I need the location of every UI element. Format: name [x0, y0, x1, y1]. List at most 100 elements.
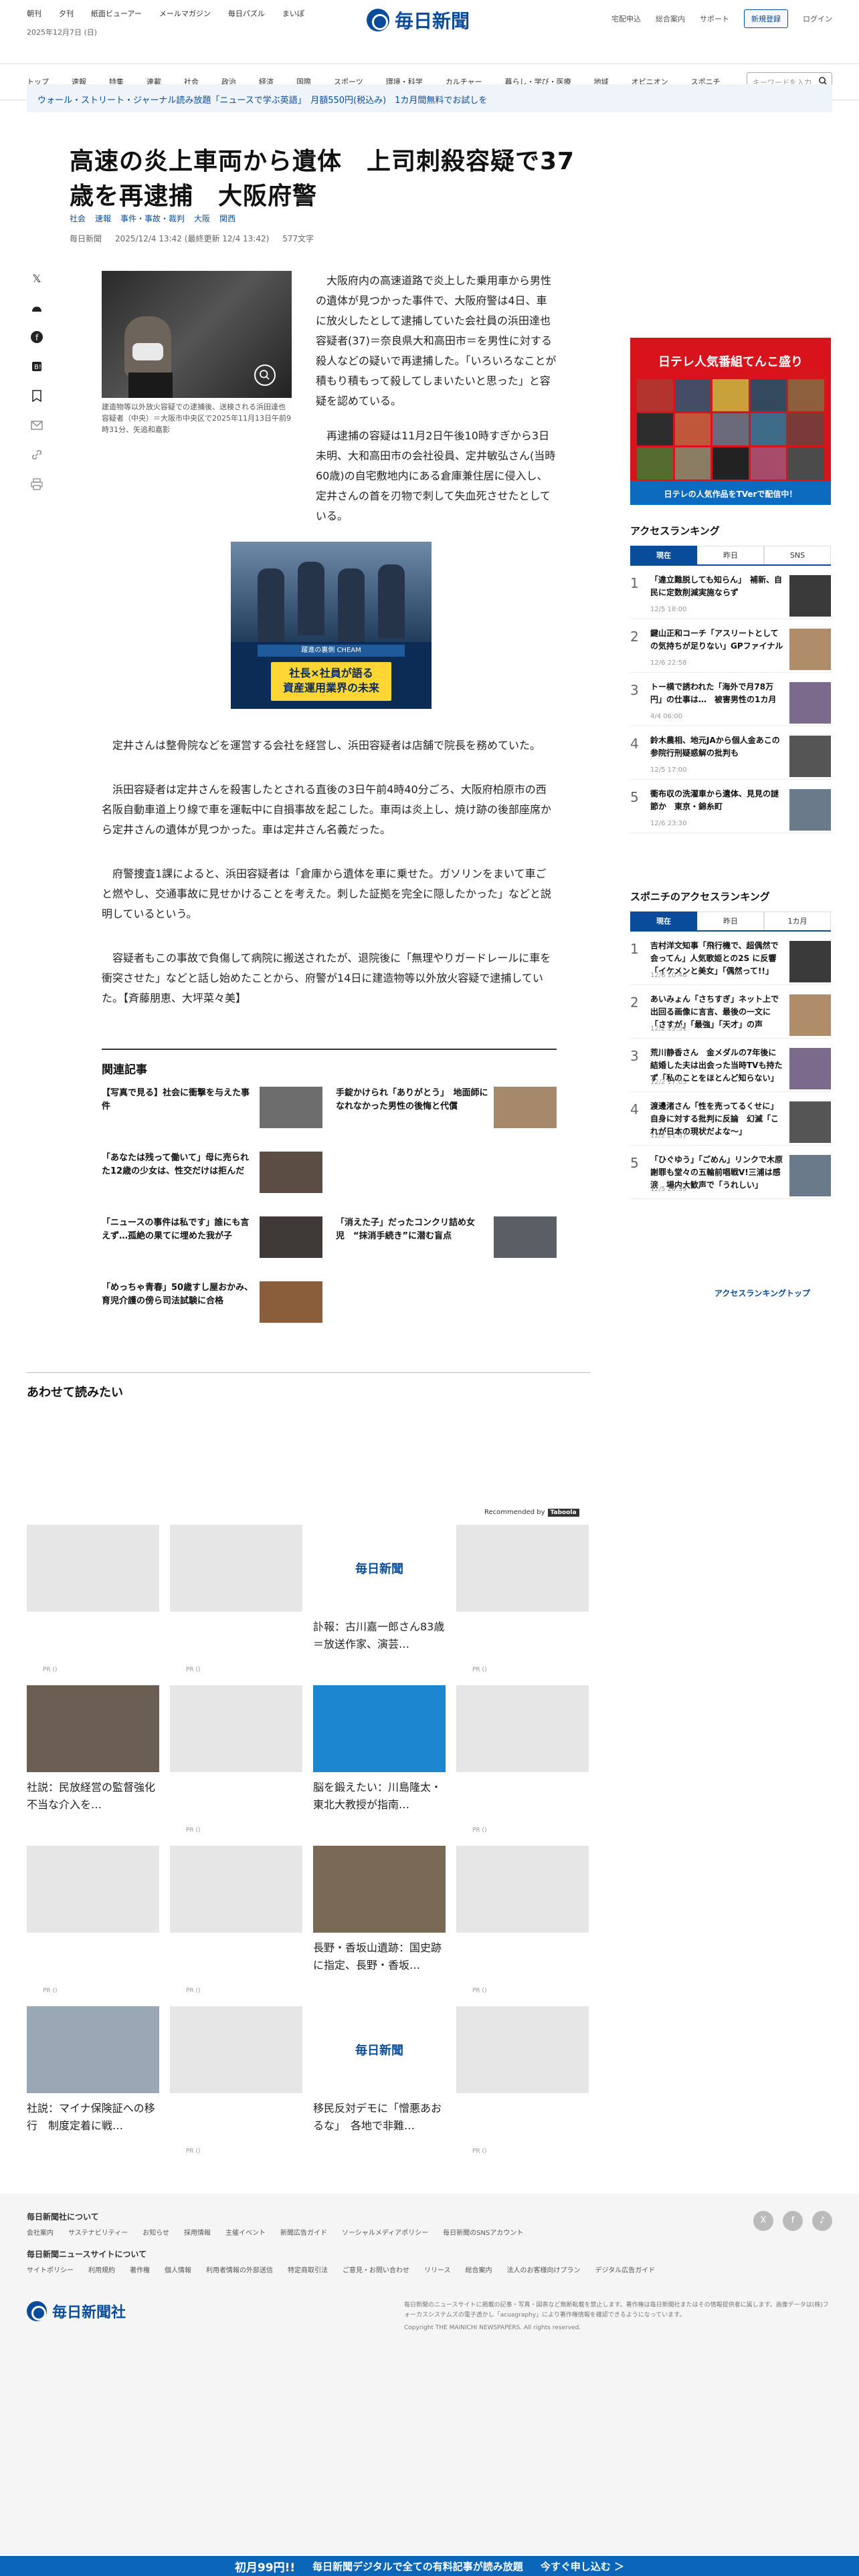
inline-ad[interactable]: 躍進の裏側 CHEAM 社長×社員が語る 資産運用業界の未来: [231, 542, 432, 709]
recommend-card[interactable]: PR (): [456, 1525, 589, 1673]
tag-jiken[interactable]: 事件・事故・裁判: [120, 213, 185, 224]
nav-yuukan[interactable]: 夕刊: [59, 8, 74, 19]
nav-mailmagazine[interactable]: メールマガジン: [159, 8, 211, 19]
register-button[interactable]: 新規登録: [744, 9, 788, 28]
tab-yesterday[interactable]: 昨日: [697, 546, 764, 564]
footer-link[interactable]: 主催イベント: [225, 2227, 266, 2237]
footer-link[interactable]: 特定商取引法: [288, 2264, 328, 2274]
sidebar-ad[interactable]: 日テレ人気番組てんこ盛り 日テレの人気作品をTVerで配信中！: [630, 338, 831, 505]
footer-link[interactable]: サステナビリティー: [68, 2227, 128, 2237]
guide-link[interactable]: 総合案内: [656, 13, 685, 24]
nav-viewer[interactable]: 紙面ビューアー: [91, 8, 142, 19]
recommend-card[interactable]: 長野・香坂山遺跡：国史跡に指定、長野・香坂…: [313, 1846, 446, 1974]
recommend-card[interactable]: PR (): [170, 2006, 302, 2155]
footer-link[interactable]: リリース: [424, 2264, 451, 2274]
recommend-title[interactable]: 社説：マイナ保険証への移行 制度定着に戦…: [27, 2100, 159, 2135]
footer-link[interactable]: 利用者情報の外部送信: [206, 2264, 273, 2274]
recommend-card[interactable]: 社説：民放経営の監督強化 不当な介入を…: [27, 1685, 166, 1814]
recommend-card[interactable]: PR (): [456, 1846, 589, 1994]
recommend-title[interactable]: 移民反対デモに「憎悪あおるな」 各地で非難…: [313, 2100, 446, 2135]
footer-link[interactable]: サイトポリシー: [27, 2264, 74, 2274]
ranking-item[interactable]: 5 「ひぐゆう」「ごめん」リンクで木原謝罪も堂々の五輪前唱戦V!三浦は感涙 場内大…: [630, 1146, 831, 1199]
recommend-title[interactable]: 訃報：古川嘉一郎さん83歳＝放送作家、演芸…: [313, 1618, 446, 1653]
recommend-title[interactable]: 社説：民放経営の監督強化 不当な介入を…: [27, 1779, 166, 1814]
footer-link[interactable]: 総合案内: [466, 2264, 492, 2274]
ranking-item[interactable]: 5 衝布収の洗濯車から遺体、見見の謎節か 東京・錦糸町 12/6 23:30: [630, 780, 831, 833]
footer-link[interactable]: 個人情報: [165, 2264, 191, 2274]
ranking-item[interactable]: 2 あいみょん「さちすぎ」ネット上で出回る画像に言言、最後の一文に「さすが」「最強…: [630, 985, 831, 1039]
ranking-title[interactable]: アクセスランキング: [630, 524, 831, 538]
related-item-4[interactable]: 「ニュースの事件は私です」誰にも言えず…孤絶の果てに埋めた我が子: [102, 1216, 322, 1270]
rank-title[interactable]: 鍵山正和コーチ「アスリートとしての気持ちが足りない」GPファイナル: [650, 627, 784, 653]
x-icon[interactable]: X: [753, 2211, 773, 2231]
mail-icon[interactable]: [29, 418, 44, 433]
ranking-item[interactable]: 4 鈴木農相、地元JAから個人金あこの参院行刑疑惑解の批判も 12/5 17:00: [630, 726, 831, 780]
footer-link[interactable]: 会社案内: [27, 2227, 54, 2237]
recommend-card[interactable]: 脳を鍛えたい：川島隆太・東北大教授が指南…: [313, 1685, 446, 1814]
tag-shakai[interactable]: 社会: [70, 213, 86, 224]
footer-link[interactable]: 採用情報: [184, 2227, 211, 2237]
recommend-card[interactable]: PR (): [27, 1846, 159, 1994]
ranking-item[interactable]: 2 鍵山正和コーチ「アスリートとしての気持ちが足りない」GPファイナル 12/6 2…: [630, 619, 831, 673]
promo-banner[interactable]: ウォール・ストリート・ジャーナル読み放題「ニュースで学ぶ英語」 月額550円(税…: [27, 84, 832, 112]
related-item-1[interactable]: 【写真で見る】社会に衝撃を与えた事件: [102, 1087, 322, 1140]
nav-choukan[interactable]: 朝刊: [27, 8, 41, 19]
facebook-icon[interactable]: f: [783, 2211, 803, 2231]
recommend-card[interactable]: PR (): [170, 1525, 302, 1673]
tiktok-icon[interactable]: ♪: [812, 2211, 832, 2231]
related-item-5[interactable]: 「消えた子」だったコンクリ詰め女児 “抹消手続き”に潜む盲点: [336, 1216, 557, 1270]
facebook-icon[interactable]: f: [29, 330, 44, 344]
tab-now[interactable]: 現在: [630, 911, 697, 930]
nav-maipo[interactable]: まいぽ: [282, 8, 304, 19]
hatena-icon[interactable]: [29, 300, 44, 315]
ranking-item[interactable]: 3 トー横で誘われた「海外で月78万円」の仕事は… 被害男性の1カ月 4/4 06:…: [630, 673, 831, 726]
bookmark-b-icon[interactable]: B!: [29, 359, 44, 374]
footer-link[interactable]: デジタル広告ガイド: [595, 2264, 656, 2274]
ranking-item[interactable]: 1 吉村洋文知事「飛行機で、超偶然で会ってん」人気歌姫との2S に反響「イケメンと…: [630, 932, 831, 985]
footer-link[interactable]: 利用規約: [88, 2264, 115, 2274]
login-link[interactable]: ログイン: [803, 13, 832, 24]
footer-link[interactable]: 法人のお客様向けプラン: [507, 2264, 581, 2274]
rank-title[interactable]: 衝布収の洗濯車から遺体、見見の謎節か 東京・錦糸町: [650, 788, 784, 813]
footer-link[interactable]: ご意見・お問い合わせ: [343, 2264, 409, 2274]
rank-title[interactable]: 「違立難脱しても知らん」 補新、自民に定数削減実施ならず: [650, 574, 784, 599]
footer-link[interactable]: ソーシャルメディアポリシー: [342, 2227, 428, 2237]
recommend-card[interactable]: 毎日新聞 訃報：古川嘉一郎さん83歳＝放送作家、演芸…: [313, 1525, 446, 1653]
nav-puzzle[interactable]: 毎日パズル: [228, 8, 265, 19]
sponichi-ranking-title[interactable]: スポニチのアクセスランキング: [630, 889, 831, 903]
link-icon[interactable]: [29, 447, 44, 462]
rank-title[interactable]: トー横で誘われた「海外で月78万円」の仕事は… 被害男性の1カ月: [650, 681, 784, 706]
related-item-2[interactable]: 手錠かけられ「ありがとう」 地面師になれなかった男性の後悔と代償: [336, 1087, 557, 1140]
recommend-title[interactable]: 脳を鍛えたい：川島隆太・東北大教授が指南…: [313, 1779, 446, 1814]
ranking-item[interactable]: 4 渡邊渚さん「性を売ってるくせに」自身に対する批判に反論 幻滅「これが日本の現状…: [630, 1092, 831, 1146]
recommend-card[interactable]: PR (): [456, 2006, 589, 2155]
bookmark-icon[interactable]: [29, 389, 44, 403]
support-link[interactable]: サポート: [700, 13, 729, 24]
footer-logo[interactable]: 毎日新聞社: [27, 2300, 126, 2322]
recommend-card[interactable]: PR (): [27, 1525, 159, 1673]
related-item-3[interactable]: 「あなたは残って働いて」母に売られた12歳の少女は、性交だけは拒んだ: [102, 1152, 322, 1205]
recommend-title[interactable]: 長野・香坂山遺跡：国史跡に指定、長野・香坂…: [313, 1939, 446, 1974]
recommend-card[interactable]: PR (): [170, 1846, 302, 1994]
print-icon[interactable]: [29, 477, 44, 492]
ranking-item[interactable]: 3 荒川静香さん 金メダルの7年後に結婚した夫は出会った当時TVも持たず「私のこと…: [630, 1039, 831, 1092]
recommend-card[interactable]: PR (): [170, 1685, 302, 1834]
footer-link[interactable]: 著作権: [130, 2264, 150, 2274]
tab-now[interactable]: 現在: [630, 546, 697, 564]
tag-kansai[interactable]: 関西: [219, 213, 235, 224]
recommend-card[interactable]: 社説：マイナ保険証への移行 制度定着に戦…: [27, 2006, 159, 2135]
subscribe-cta[interactable]: 今すぐ申し込む ＞: [541, 2559, 624, 2573]
rank-title[interactable]: 鈴木農相、地元JAから個人金あこの参院行刑疑惑解の批判も: [650, 734, 784, 760]
tab-sns[interactable]: SNS: [764, 546, 831, 564]
ranking-top-link[interactable]: アクセスランキングトップ: [714, 1287, 810, 1299]
related-item-6[interactable]: 「めっちゃ青春」50歳すし屋おかみ、育児介護の傍ら司法試験に合格: [102, 1281, 322, 1335]
tag-osaka[interactable]: 大阪: [194, 213, 210, 224]
footer-link[interactable]: 新聞広告ガイド: [280, 2227, 327, 2237]
recommend-card[interactable]: 毎日新聞 移民反対デモに「憎悪あおるな」 各地で非難…: [313, 2006, 446, 2135]
article-photo[interactable]: [102, 271, 292, 398]
tab-month[interactable]: 1カ月: [764, 911, 831, 930]
x-share-icon[interactable]: 𝕏: [29, 271, 44, 286]
footer-link[interactable]: お知らせ: [142, 2227, 169, 2237]
site-logo[interactable]: 毎日新聞: [367, 5, 470, 35]
zoom-icon[interactable]: [254, 364, 276, 386]
